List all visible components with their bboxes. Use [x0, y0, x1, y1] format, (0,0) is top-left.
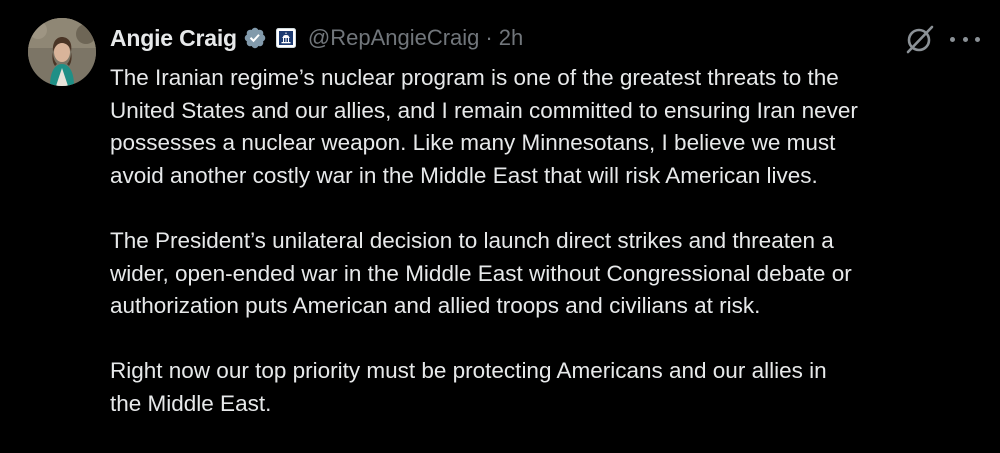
tweet-paragraph: Right now our top priority must be prote… [110, 355, 980, 420]
tweet-line: United States and our allies, and I rema… [110, 97, 858, 123]
tweet-line: possesses a nuclear weapon. Like many Mi… [110, 130, 836, 156]
tweet-line: wider, open-ended war in the Middle East… [110, 260, 852, 286]
grok-icon[interactable] [904, 23, 936, 55]
verified-badge-icon[interactable] [243, 26, 267, 50]
display-name[interactable]: Angie Craig [110, 25, 237, 52]
more-dot-icon [975, 36, 980, 42]
separator-dot: · [485, 25, 493, 50]
tweet-text: The Iranian regime’s nuclear program is … [110, 62, 980, 453]
tweet-line: The Iranian regime’s nuclear program is … [110, 65, 839, 90]
tweet-line: The President’s unilateral decision to l… [110, 227, 834, 253]
tweet-line: Right now our top priority must be prote… [110, 358, 827, 384]
more-dot-icon [950, 36, 955, 42]
tweet-header: Angie Craig @RepAngieCraig · 2h [110, 20, 523, 56]
author-handle[interactable]: @RepAngieCraig [308, 25, 480, 51]
government-badge-icon[interactable] [275, 28, 296, 48]
avatar[interactable] [28, 18, 96, 86]
more-icon[interactable] [950, 26, 980, 52]
tweet-paragraph: The Iranian regime’s nuclear program is … [110, 62, 980, 192]
timestamp[interactable]: 2h [499, 25, 523, 51]
tweet-line: authorization puts American and allied t… [110, 293, 761, 319]
tweet-line: avoid another costly war in the Middle E… [110, 162, 818, 188]
tweet-paragraph: The President’s unilateral decision to l… [110, 225, 980, 323]
profile-photo-icon [28, 18, 96, 86]
more-dot-icon [962, 36, 968, 42]
tweet-line: the Middle East. [110, 390, 272, 416]
tweet-card[interactable]: Angie Craig @RepAngieCraig · 2h The Iran… [0, 0, 1000, 441]
